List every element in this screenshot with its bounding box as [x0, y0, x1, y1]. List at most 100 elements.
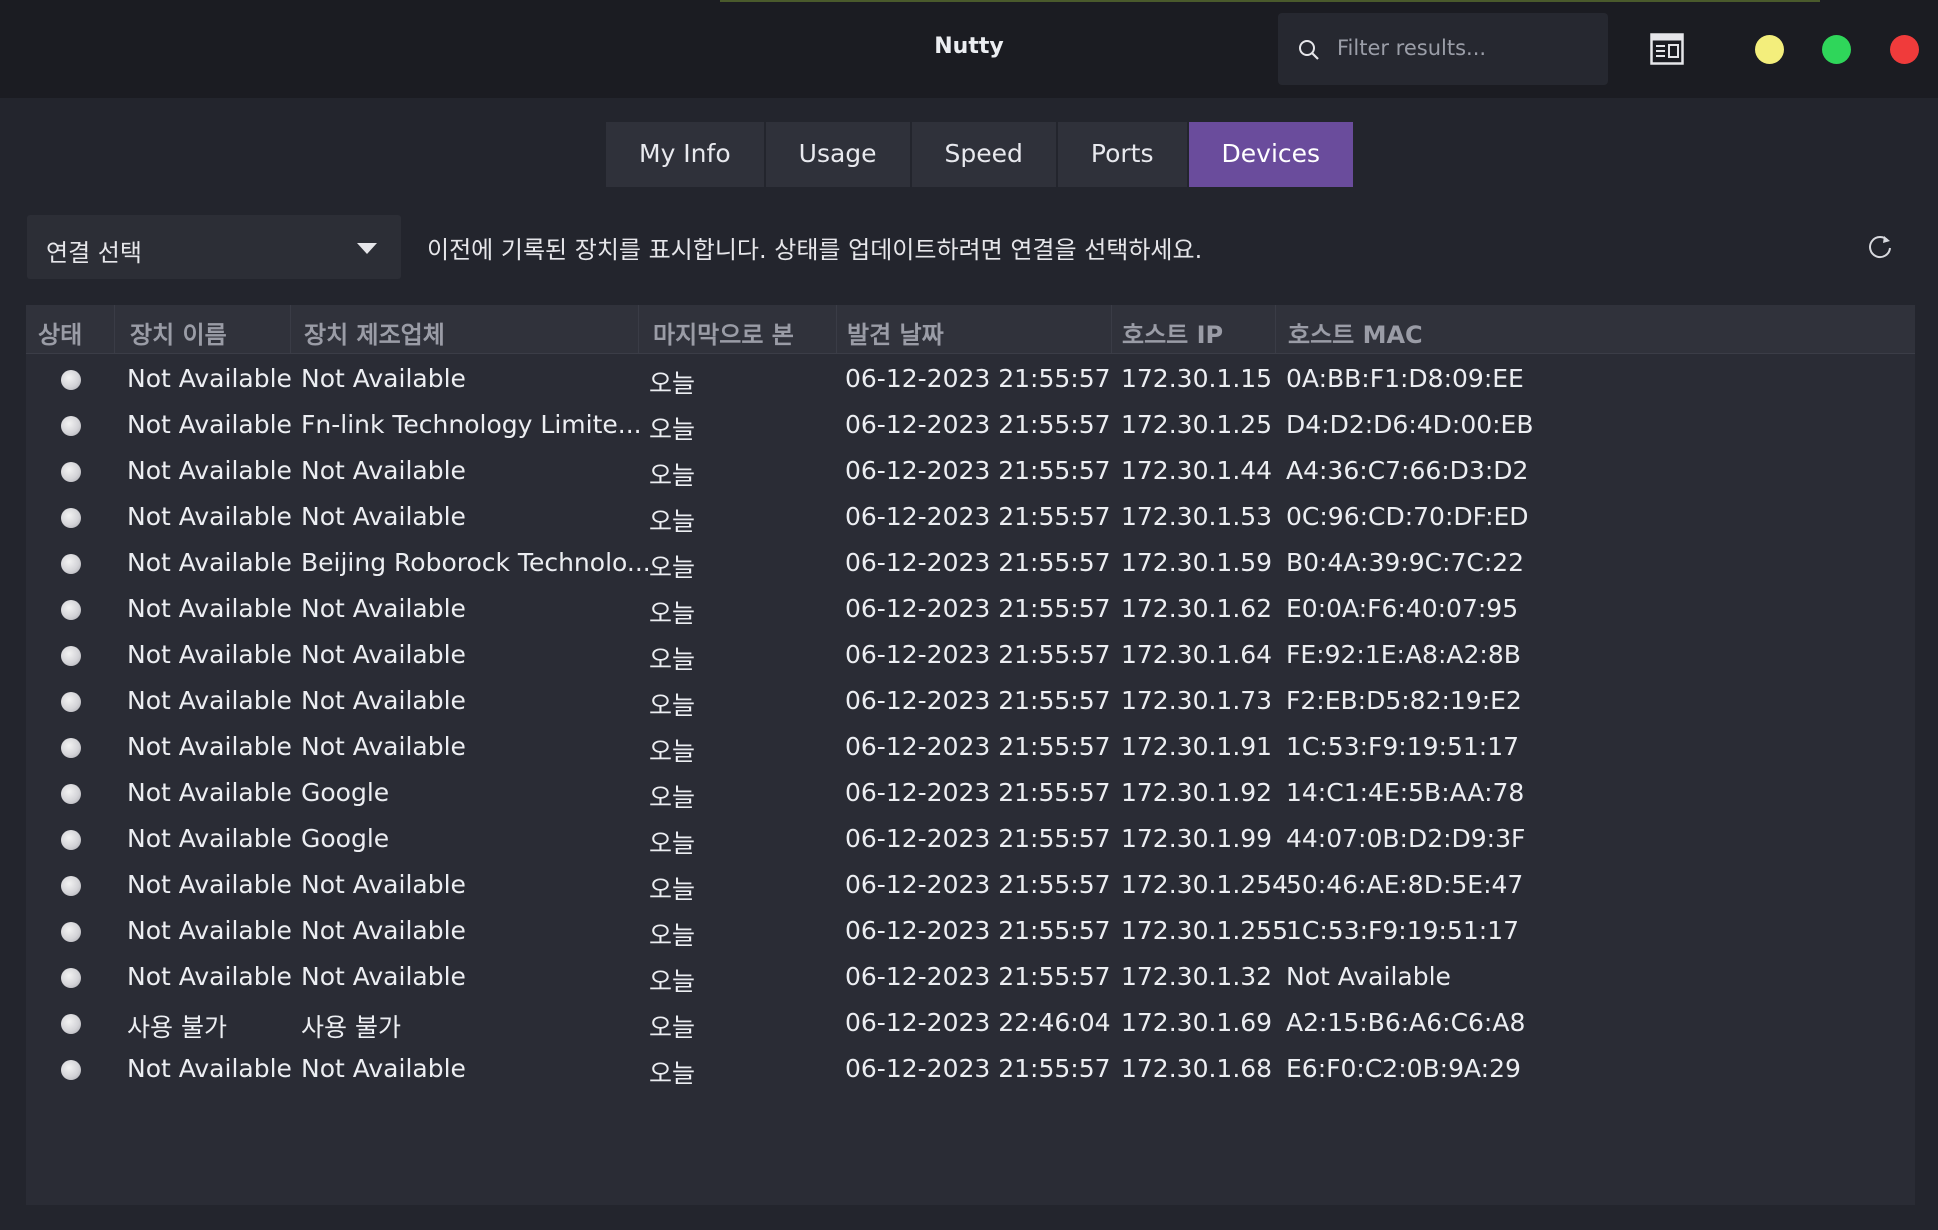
cell-mac: 1C:53:F9:19:51:17 — [1286, 916, 1520, 945]
status-indicator-icon — [61, 1060, 81, 1080]
status-indicator-icon — [61, 784, 81, 804]
cell-mac: D4:D2:D6:4D:00:EB — [1286, 410, 1534, 439]
table-row[interactable]: Not Available Fn-link Technology Limite..… — [26, 403, 1915, 449]
cell-discovered: 06-12-2023 21:55:57 — [845, 548, 1111, 577]
cell-discovered: 06-12-2023 21:55:57 — [845, 824, 1111, 853]
close-button[interactable] — [1890, 35, 1919, 64]
cell-vendor: Fn-link Technology Limite... — [301, 410, 642, 439]
maximize-button[interactable] — [1822, 35, 1851, 64]
cell-name: 사용 불가 — [127, 1013, 227, 1042]
cell-ip: 172.30.1.254 — [1121, 870, 1288, 899]
cell-ip: 172.30.1.53 — [1121, 502, 1273, 531]
layout-icon[interactable] — [1650, 33, 1684, 65]
table-row[interactable]: Not Available Beijing Roborock Technolo..… — [26, 541, 1915, 587]
cell-last-seen: 오늘 — [649, 645, 696, 674]
column-divider[interactable] — [836, 305, 837, 353]
tab-devices[interactable]: Devices — [1188, 122, 1354, 187]
app-window: Nutty Filter results... My Info Usage Sp… — [0, 0, 1938, 1230]
header-discovered[interactable]: 발견 날짜 — [847, 315, 944, 350]
cell-name: Not Available — [127, 548, 292, 577]
cell-vendor: Not Available — [301, 364, 466, 393]
table-row[interactable]: Not Available Google 오늘 06-12-2023 21:55:57… — [26, 771, 1915, 817]
tab-usage[interactable]: Usage — [765, 122, 912, 187]
status-indicator-icon — [61, 600, 81, 620]
filter-placeholder: Filter results... — [1337, 36, 1487, 60]
header-device-name[interactable]: 장치 이름 — [130, 315, 227, 350]
devices-table: 상태 장치 이름 장치 제조업체 마지막으로 본 발견 날짜 호스트 IP 호스… — [26, 305, 1915, 1205]
tab-my-info[interactable]: My Info — [606, 122, 766, 187]
column-divider[interactable] — [114, 305, 115, 353]
cell-ip: 172.30.1.25 — [1121, 410, 1273, 439]
tab-speed[interactable]: Speed — [911, 122, 1058, 187]
table-row[interactable]: Not Available Not Available 오늘 06-12-2023 2… — [26, 587, 1915, 633]
cell-ip: 172.30.1.62 — [1121, 594, 1273, 623]
table-row[interactable]: 사용 불가 사용 불가 오늘 06-12-2023 22:46:04 172.30.1.… — [26, 1001, 1915, 1047]
table-row[interactable]: Not Available Not Available 오늘 06-12-2023 2… — [26, 1047, 1915, 1093]
cell-name: Not Available — [127, 594, 292, 623]
cell-mac: E0:0A:F6:40:07:95 — [1286, 594, 1519, 623]
cell-discovered: 06-12-2023 21:55:57 — [845, 410, 1111, 439]
cell-vendor: 사용 불가 — [301, 1013, 401, 1042]
cell-ip: 172.30.1.92 — [1121, 778, 1273, 807]
minimize-button[interactable] — [1755, 35, 1784, 64]
header-status[interactable]: 상태 — [38, 315, 82, 350]
cell-mac: FE:92:1E:A8:A2:8B — [1286, 640, 1521, 669]
cell-discovered: 06-12-2023 21:55:57 — [845, 364, 1111, 393]
table-row[interactable]: Not Available Not Available 오늘 06-12-2023 2… — [26, 357, 1915, 403]
cell-ip: 172.30.1.44 — [1121, 456, 1273, 485]
column-divider[interactable] — [290, 305, 291, 353]
cell-name: Not Available — [127, 1054, 292, 1083]
table-row[interactable]: Not Available Not Available 오늘 06-12-2023 2… — [26, 725, 1915, 771]
cell-discovered: 06-12-2023 21:55:57 — [845, 778, 1111, 807]
table-row[interactable]: Not Available Not Available 오늘 06-12-2023 2… — [26, 495, 1915, 541]
status-indicator-icon — [61, 508, 81, 528]
cell-mac: 1C:53:F9:19:51:17 — [1286, 732, 1520, 761]
column-divider[interactable] — [1111, 305, 1112, 353]
title-bar-accent-line — [720, 0, 1820, 2]
header-last-seen[interactable]: 마지막으로 본 — [653, 315, 794, 350]
cell-last-seen: 오늘 — [649, 875, 696, 904]
cell-ip: 172.30.1.64 — [1121, 640, 1273, 669]
cell-ip: 172.30.1.68 — [1121, 1054, 1273, 1083]
cell-ip: 172.30.1.69 — [1121, 1008, 1273, 1037]
table-row[interactable]: Not Available Not Available 오늘 06-12-2023 2… — [26, 633, 1915, 679]
cell-mac: 44:07:0B:D2:D9:3F — [1286, 824, 1526, 853]
connection-select-value: 연결 선택 — [46, 239, 142, 267]
table-row[interactable]: Not Available Not Available 오늘 06-12-2023 2… — [26, 863, 1915, 909]
table-row[interactable]: Not Available Not Available 오늘 06-12-2023 2… — [26, 955, 1915, 1001]
column-divider[interactable] — [1275, 305, 1276, 353]
cell-last-seen: 오늘 — [649, 1013, 696, 1042]
cell-ip: 172.30.1.99 — [1121, 824, 1273, 853]
status-indicator-icon — [61, 462, 81, 482]
cell-ip: 172.30.1.91 — [1121, 732, 1273, 761]
search-icon — [1299, 40, 1319, 60]
connection-select[interactable]: 연결 선택 — [27, 215, 401, 279]
header-host-ip[interactable]: 호스트 IP — [1122, 315, 1223, 350]
cell-mac: 0C:96:CD:70:DF:ED — [1286, 502, 1529, 531]
status-indicator-icon — [61, 876, 81, 896]
refresh-icon[interactable] — [1866, 233, 1894, 261]
header-vendor[interactable]: 장치 제조업체 — [304, 315, 445, 350]
cell-mac: B0:4A:39:9C:7C:22 — [1286, 548, 1525, 577]
cell-vendor: Google — [301, 824, 390, 853]
cell-discovered: 06-12-2023 21:55:57 — [845, 870, 1111, 899]
status-indicator-icon — [61, 738, 81, 758]
cell-vendor: Not Available — [301, 870, 466, 899]
table-row[interactable]: Not Available Not Available 오늘 06-12-2023 2… — [26, 449, 1915, 495]
tab-ports[interactable]: Ports — [1057, 122, 1189, 187]
table-row[interactable]: Not Available Not Available 오늘 06-12-2023 2… — [26, 679, 1915, 725]
cell-last-seen: 오늘 — [649, 1059, 696, 1088]
header-host-mac[interactable]: 호스트 MAC — [1288, 315, 1423, 350]
cell-vendor: Not Available — [301, 502, 466, 531]
table-row[interactable]: Not Available Not Available 오늘 06-12-2023 2… — [26, 909, 1915, 955]
cell-name: Not Available — [127, 640, 292, 669]
cell-mac: 50:46:AE:8D:5E:47 — [1286, 870, 1524, 899]
table-row[interactable]: Not Available Google 오늘 06-12-2023 21:55:57… — [26, 817, 1915, 863]
cell-last-seen: 오늘 — [649, 507, 696, 536]
column-divider[interactable] — [638, 305, 639, 353]
cell-name: Not Available — [127, 456, 292, 485]
cell-last-seen: 오늘 — [649, 829, 696, 858]
filter-search-box[interactable]: Filter results... — [1278, 13, 1608, 85]
cell-name: Not Available — [127, 502, 292, 531]
cell-discovered: 06-12-2023 22:46:04 — [845, 1008, 1111, 1037]
